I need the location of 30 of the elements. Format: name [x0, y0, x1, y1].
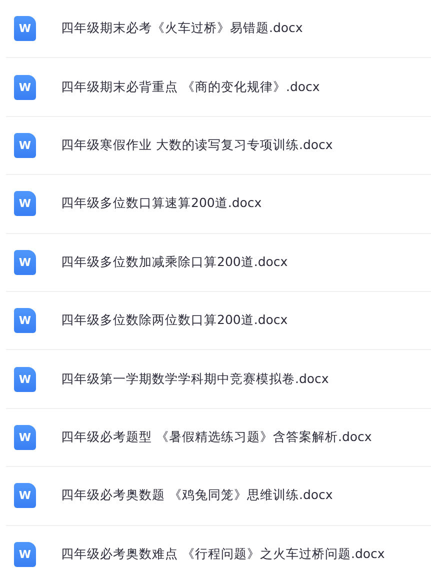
file-name: 四年级多位数除两位数口算200道.docx: [61, 312, 288, 330]
file-name: 四年级必考奥数难点 《行程问题》之火车过桥问题.docx: [61, 546, 385, 563]
word-file-icon: W: [14, 250, 36, 275]
file-name: 四年级必考奥数题 《鸡兔同笼》思维训练.docx: [61, 487, 333, 504]
word-file-icon: W: [14, 542, 36, 567]
file-name: 四年级多位数口算速算200道.docx: [61, 195, 262, 212]
file-name: 四年级必考题型 《暑假精选练习题》含答案解析.docx: [61, 428, 372, 446]
word-file-icon: W: [14, 366, 36, 392]
word-file-icon: W: [14, 191, 36, 216]
file-row[interactable]: W 四年级多位数口算速算200道.docx: [6, 175, 431, 234]
file-row[interactable]: W 四年级必考题型 《暑假精选练习题》含答案解析.docx: [6, 408, 431, 468]
file-name: 四年级第一学期数学学科期中竞赛模拟卷.docx: [61, 370, 329, 388]
file-row[interactable]: W 四年级必考奥数题 《鸡兔同笼》思维训练.docx: [6, 467, 431, 526]
word-file-icon: W: [14, 132, 36, 158]
file-name: 四年级期末必考《火车过桥》易错题.docx: [61, 20, 303, 38]
file-row[interactable]: W 四年级多位数加减乘除口算200道.docx: [6, 234, 431, 292]
file-row[interactable]: W 四年级期末必背重点 《商的变化规律》.docx: [6, 58, 431, 117]
file-row[interactable]: W 四年级寒假作业 大数的读写复习专项训练.docx: [6, 116, 431, 176]
word-file-icon: W: [14, 74, 36, 100]
file-name: 四年级多位数加减乘除口算200道.docx: [61, 254, 288, 271]
word-file-icon: W: [14, 16, 36, 42]
file-row[interactable]: W 四年级多位数除两位数口算200道.docx: [6, 292, 431, 350]
file-name: 四年级寒假作业 大数的读写复习专项训练.docx: [61, 136, 333, 154]
word-file-icon: W: [14, 308, 36, 334]
file-row[interactable]: W 四年级期末必考《火车过桥》易错题.docx: [6, 0, 431, 58]
word-file-icon: W: [14, 424, 36, 450]
file-row[interactable]: W 四年级必考奥数难点 《行程问题》之火车过桥问题.docx: [6, 526, 431, 569]
word-file-icon: W: [14, 483, 36, 508]
file-row[interactable]: W 四年级第一学期数学学科期中竞赛模拟卷.docx: [6, 350, 431, 409]
file-name: 四年级期末必背重点 《商的变化规律》.docx: [61, 78, 320, 96]
